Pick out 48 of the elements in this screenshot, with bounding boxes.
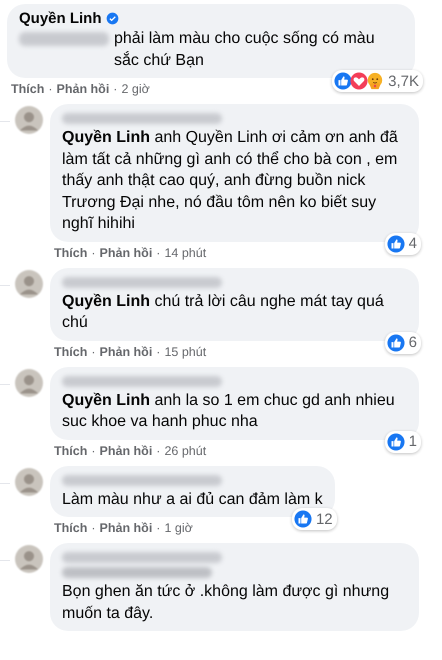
action-link[interactable]: Thích <box>11 82 44 96</box>
avatar <box>15 468 43 496</box>
like-icon <box>386 334 405 352</box>
action-link[interactable]: Thích <box>54 246 88 260</box>
timestamp: 2 giờ <box>121 82 150 96</box>
action-link[interactable]: Thích <box>54 521 88 535</box>
action-link[interactable]: Phản hồi <box>100 344 152 358</box>
reaction-count[interactable]: 12 <box>292 508 337 530</box>
reaction-count[interactable]: 1 <box>384 430 421 452</box>
timestamp: 1 giờ <box>164 521 193 535</box>
separator-dot: · <box>156 521 160 535</box>
avatar <box>15 106 43 134</box>
separator-dot: · <box>91 246 96 260</box>
action-link[interactable]: Phản hồi <box>100 444 152 458</box>
avatar <box>15 368 43 396</box>
reaction-count[interactable]: 4 <box>384 232 421 254</box>
like-icon <box>334 72 352 90</box>
timestamp: 14 phút <box>164 246 206 260</box>
comment-text: Quyền Linh anh Quyền Linh ơi cảm ơn anh đã làm tất cả những gì anh có thể cho bà con , em thấy anh thật cao quý, anh đừng buồn nick Trương Đại nhe, nó đầu tôm nên ko biết suy nghĩ hihihi <box>62 128 399 234</box>
comment-text: Bọn ghen ăn tức ở .không làm được gì nhưng muốn ta đây. <box>62 582 390 624</box>
author-name[interactable]: Quyền Linh <box>19 9 102 28</box>
separator-dot: · <box>91 521 96 535</box>
comment-text: Quyền Linh chú trả lời câu nghe mát tay quá chú <box>62 292 385 333</box>
separator-dot: · <box>156 344 160 358</box>
reaction-count[interactable]: 3,7K <box>332 70 423 92</box>
avatar <box>15 270 43 298</box>
separator-dot: · <box>91 344 96 358</box>
action-link[interactable]: Phản hồi <box>100 521 152 535</box>
like-icon <box>386 234 405 252</box>
separator-dot: · <box>91 444 96 458</box>
comment-text: Quyền Linh anh la so 1 em chuc gd anh nhieu suc khoe va hanh phuc nha <box>62 390 396 432</box>
action-link[interactable]: Thích <box>54 444 88 458</box>
action-link[interactable]: Phản hồi <box>56 82 110 96</box>
separator-dot: · <box>156 246 160 260</box>
like-icon <box>386 432 405 450</box>
separator-dot: · <box>48 82 53 96</box>
timestamp: 15 phút <box>164 344 206 358</box>
reaction-count[interactable]: 6 <box>384 332 421 354</box>
comment-text: Làm màu như a ai đủ can đảm làm k <box>62 490 323 510</box>
like-icon <box>294 510 312 528</box>
separator-dot: · <box>113 82 118 96</box>
avatar <box>15 545 43 573</box>
hugging-emoji-icon <box>366 72 384 90</box>
separator-dot: · <box>156 444 160 458</box>
action-link[interactable]: Phản hồi <box>100 246 152 260</box>
comment-text: phải làm màu cho cuộc sống có màu sắc chứ Bạn <box>114 29 376 70</box>
timestamp: 26 phút <box>164 444 206 458</box>
action-link[interactable]: Thích <box>54 344 88 358</box>
